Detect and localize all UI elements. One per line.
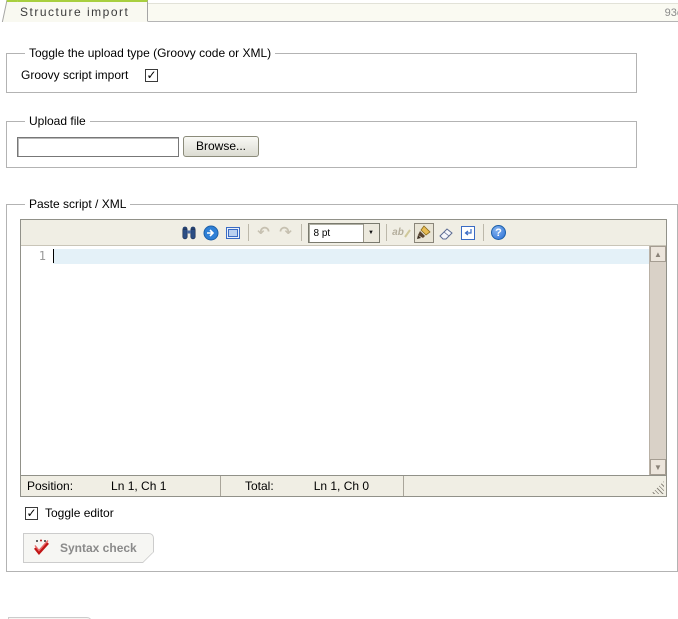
- redo-icon[interactable]: ↷: [276, 223, 296, 243]
- scroll-up-icon[interactable]: ▲: [650, 246, 666, 262]
- syntax-check-icon: [32, 539, 51, 556]
- button-fold-line: [142, 552, 154, 563]
- browse-button[interactable]: Browse...: [183, 136, 260, 157]
- groovy-import-label: Groovy script import: [21, 68, 129, 82]
- paste-script-legend: Paste script / XML: [29, 197, 127, 211]
- tab-bar: 93e Structure import: [0, 0, 678, 22]
- undo-icon[interactable]: ↶: [254, 223, 274, 243]
- resize-grip[interactable]: [651, 481, 664, 494]
- line-number-gutter: 1: [21, 246, 53, 475]
- total-value: Ln 1, Ch 0: [313, 479, 370, 493]
- toolbar-separator: [300, 224, 302, 241]
- vertical-scrollbar[interactable]: ▲ ▼: [649, 246, 666, 475]
- help-icon[interactable]: ?: [489, 223, 509, 243]
- current-line-highlight: [53, 249, 649, 264]
- status-total-cell: Total: Ln 1, Ch 0: [221, 476, 404, 496]
- search-icon[interactable]: [179, 223, 199, 243]
- upload-file-section: Upload file Browse...: [6, 114, 637, 168]
- toggle-editor-label: Toggle editor: [45, 506, 114, 520]
- syntax-check-button[interactable]: Syntax check: [23, 533, 154, 563]
- status-position-cell: Position: Ln 1, Ch 1: [21, 476, 221, 496]
- editor-status-bar: Position: Ln 1, Ch 1 Total: Ln 1, Ch 0: [21, 475, 666, 496]
- total-label: Total:: [245, 479, 274, 493]
- go-to-line-icon[interactable]: [201, 223, 221, 243]
- tab-bar-strip: 93e: [128, 3, 678, 22]
- word-wrap-icon[interactable]: [458, 223, 478, 243]
- position-value: Ln 1, Ch 1: [111, 479, 167, 493]
- highlight-icon[interactable]: [413, 222, 434, 243]
- syntax-check-label: Syntax check: [60, 540, 137, 555]
- position-label: Position:: [27, 479, 74, 493]
- paste-script-section: Paste script / XML ↶ ↷ 8 pt ▼ ab ? 1 ▲ ▼…: [6, 197, 678, 572]
- file-path-input[interactable]: [17, 136, 179, 157]
- fullscreen-icon[interactable]: [223, 223, 243, 243]
- corner-text: 93e: [664, 7, 678, 19]
- toolbar-separator: [482, 224, 484, 241]
- groovy-import-checkbox[interactable]: ✓: [145, 67, 158, 82]
- upload-type-legend: Toggle the upload type (Groovy code or X…: [29, 46, 272, 60]
- editor-body: 1 ▲ ▼: [21, 245, 666, 475]
- check-icon: ✓: [26, 505, 37, 520]
- upload-file-legend: Upload file: [29, 114, 86, 128]
- reset-highlight-icon[interactable]: [436, 223, 456, 243]
- tab-label: Structure import: [20, 5, 130, 19]
- code-input-area[interactable]: [53, 246, 649, 475]
- toggle-editor-checkbox[interactable]: ✓: [25, 505, 38, 520]
- text-caret: [53, 249, 54, 263]
- smooth-selection-icon[interactable]: ab: [392, 223, 412, 243]
- tab-structure-import[interactable]: Structure import: [8, 0, 149, 22]
- line-number: 1: [38, 249, 46, 263]
- font-size-value: 8 pt: [313, 227, 331, 239]
- status-filler-cell: [404, 476, 666, 496]
- toolbar-separator: [247, 224, 249, 241]
- code-editor: ↶ ↷ 8 pt ▼ ab ? 1 ▲ ▼ Position: Ln 1, Ch…: [20, 219, 667, 497]
- scroll-down-icon[interactable]: ▼: [650, 459, 666, 475]
- editor-toolbar: ↶ ↷ 8 pt ▼ ab ?: [21, 220, 666, 245]
- font-size-select[interactable]: 8 pt ▼: [307, 222, 380, 243]
- check-icon: ✓: [146, 67, 157, 82]
- toolbar-separator: [385, 224, 387, 241]
- upload-type-section: Toggle the upload type (Groovy code or X…: [6, 46, 637, 93]
- chevron-down-icon[interactable]: ▼: [362, 223, 379, 242]
